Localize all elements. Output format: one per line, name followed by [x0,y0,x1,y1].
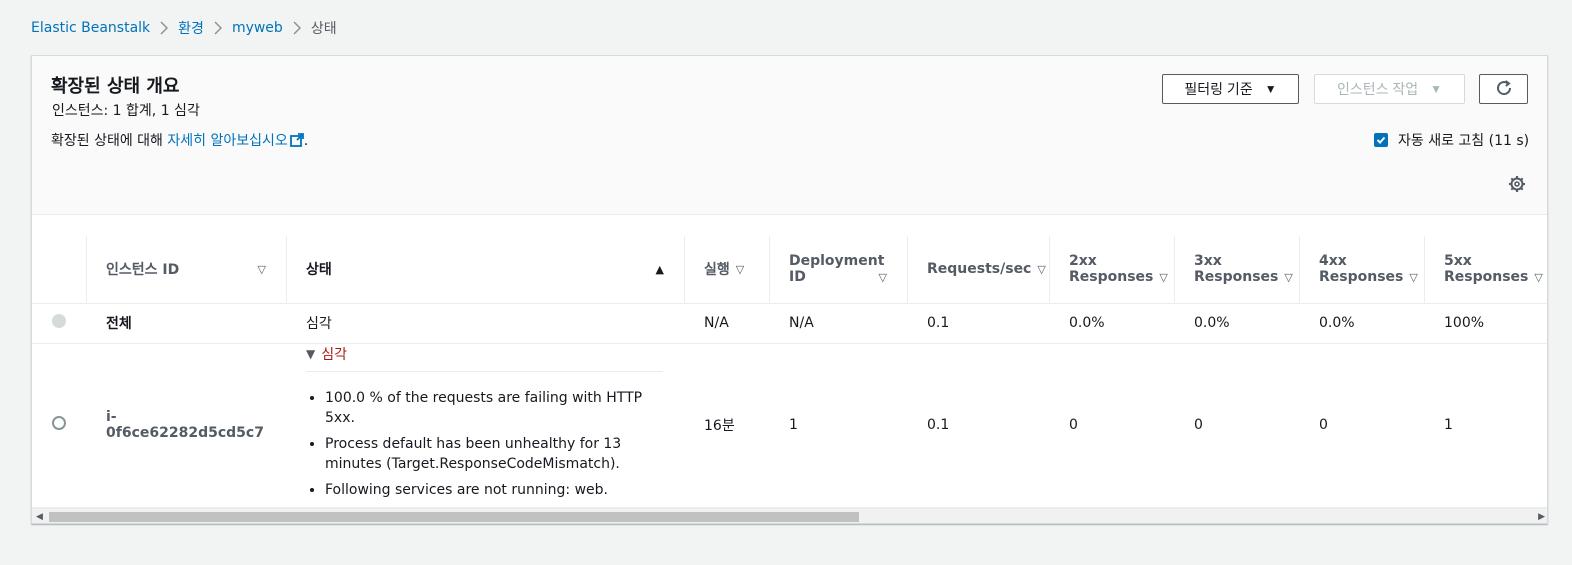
select-cell[interactable] [32,343,86,508]
scroll-right-icon[interactable]: ▶ [1538,512,1545,522]
column-header-5xx[interactable]: 5xx Responses ▽ [1424,236,1547,304]
overall-2xx: 0.0% [1049,303,1174,344]
panel-title: 확장된 상태 개요 [51,76,180,97]
instance-id: i-0f6ce62282d5cd5c7 [86,343,286,508]
overall-status: 심각 [286,303,684,344]
column-header-2xx[interactable]: 2xx Responses ▽ [1049,236,1174,304]
filter-button[interactable]: 필터링 기준 ▼ [1162,74,1299,104]
caret-down-icon: ▼ [306,347,316,361]
select-cell [32,303,86,344]
overall-4xx: 0.0% [1299,303,1424,344]
overall-5xx: 100% [1424,303,1547,344]
select-column-header [32,236,86,304]
instance-summary: 인스턴스: 1 합계, 1 심각 [52,103,200,119]
overall-label: 전체 [86,303,286,344]
filter-button-label: 필터링 기준 [1184,81,1253,97]
column-header-3xx[interactable]: 3xx Responses ▽ [1174,236,1299,304]
description-text: 확장된 상태에 대해 [51,133,168,149]
overall-3xx: 0.0% [1174,303,1299,344]
instance-running: 16분 [684,343,769,508]
instance-deployment-id: 1 [769,343,907,508]
column-header-4xx[interactable]: 4xx Responses ▽ [1299,236,1424,304]
instance-status-cell: ▼ 심각 100.0 % of the requests are failing… [286,343,684,508]
sort-ascending-icon: ▲ [655,262,664,276]
column-header-instance-id[interactable]: 인스턴스 ID ▽ [86,236,286,304]
overall-running: N/A [684,303,769,344]
breadcrumb-myweb[interactable]: myweb [232,20,283,36]
scroll-left-icon[interactable]: ◀ [36,512,43,522]
cause-item: Following services are not running: web. [325,480,664,500]
sort-icon: ▽ [1409,270,1418,284]
enhanced-health-panel: 확장된 상태 개요 인스턴스: 1 합계, 1 심각 확장된 상태에 대해 자세… [31,55,1548,524]
panel-header: 확장된 상태 개요 인스턴스: 1 합계, 1 심각 확장된 상태에 대해 자세… [32,56,1547,215]
sort-icon: ▽ [257,262,266,276]
auto-refresh-label: 자동 새로 고침 (11 s) [1398,133,1530,149]
breadcrumb-environments[interactable]: 환경 [178,18,204,38]
column-header-running[interactable]: 실행 ▽ [684,236,769,304]
caret-down-icon: ▼ [1430,82,1443,96]
panel-description: 확장된 상태에 대해 자세히 알아보십시오. [51,130,308,151]
instance-3xx: 0 [1174,343,1299,508]
sort-icon: ▽ [1037,262,1046,276]
chevron-right-icon [293,21,301,35]
instance-4xx: 0 [1299,343,1424,508]
refresh-icon [1495,79,1513,100]
sort-icon: ▽ [1284,270,1293,284]
horizontal-scrollbar[interactable]: ◀ ▶ [32,508,1547,523]
description-suffix: . [303,133,309,149]
chevron-right-icon [160,21,169,35]
instance-requests: 0.1 [907,343,1049,508]
refresh-button[interactable] [1479,74,1528,104]
breadcrumb: Elastic Beanstalk 환경 myweb 상태 [31,18,337,38]
sort-icon: ▽ [878,270,887,284]
table-header-row: 인스턴스 ID ▽ 상태 ▲ 실행 ▽ Deployment ID ▽ Requests… [32,236,1547,304]
table-row-overall: 전체 심각 N/A N/A 0.1 0.0% 0.0% 0.0% 100% [32,303,1547,344]
sort-icon: ▽ [1159,270,1168,284]
sort-icon: ▽ [735,262,745,276]
table-row-instance: i-0f6ce62282d5cd5c7 ▼ 심각 100.0 % of the … [32,343,1547,508]
instances-table: 인스턴스 ID ▽ 상태 ▲ 실행 ▽ Deployment ID ▽ Requests… [32,236,1547,508]
instance-2xx: 0 [1049,343,1174,508]
caret-down-icon: ▼ [1264,82,1277,96]
status-expander[interactable]: ▼ 심각 [306,344,663,372]
overall-deployment-id: N/A [769,303,907,344]
checkbox-checked-icon[interactable] [1374,133,1388,147]
auto-refresh-toggle[interactable]: 자동 새로 고침 (11 s) [1374,130,1529,150]
breadcrumb-elastic-beanstalk[interactable]: Elastic Beanstalk [31,20,150,36]
cause-list: 100.0 % of the requests are failing with… [306,388,664,500]
learn-more-link[interactable]: 자세히 알아보십시오 [167,133,304,151]
column-header-deployment-id[interactable]: Deployment ID ▽ [769,236,907,304]
overall-requests: 0.1 [907,303,1049,344]
instance-5xx: 1 [1424,343,1547,508]
instance-actions-label: 인스턴스 작업 [1336,81,1419,97]
gear-icon[interactable] [1508,175,1526,197]
external-link-icon [289,133,304,151]
column-header-requests[interactable]: Requests/sec ▽ [907,236,1049,304]
sort-icon: ▽ [1534,270,1543,284]
chevron-right-icon [214,21,222,35]
scroll-thumb[interactable] [49,512,859,522]
cause-item: 100.0 % of the requests are failing with… [325,388,664,428]
cause-item: Process default has been unhealthy for 1… [325,434,664,474]
instance-actions-button[interactable]: 인스턴스 작업 ▼ [1314,74,1465,104]
radio-disabled [52,314,66,328]
breadcrumb-current: 상태 [310,21,337,37]
instance-radio[interactable] [52,416,66,430]
instance-status: 심각 [321,347,347,363]
column-header-status[interactable]: 상태 ▲ [286,236,684,304]
